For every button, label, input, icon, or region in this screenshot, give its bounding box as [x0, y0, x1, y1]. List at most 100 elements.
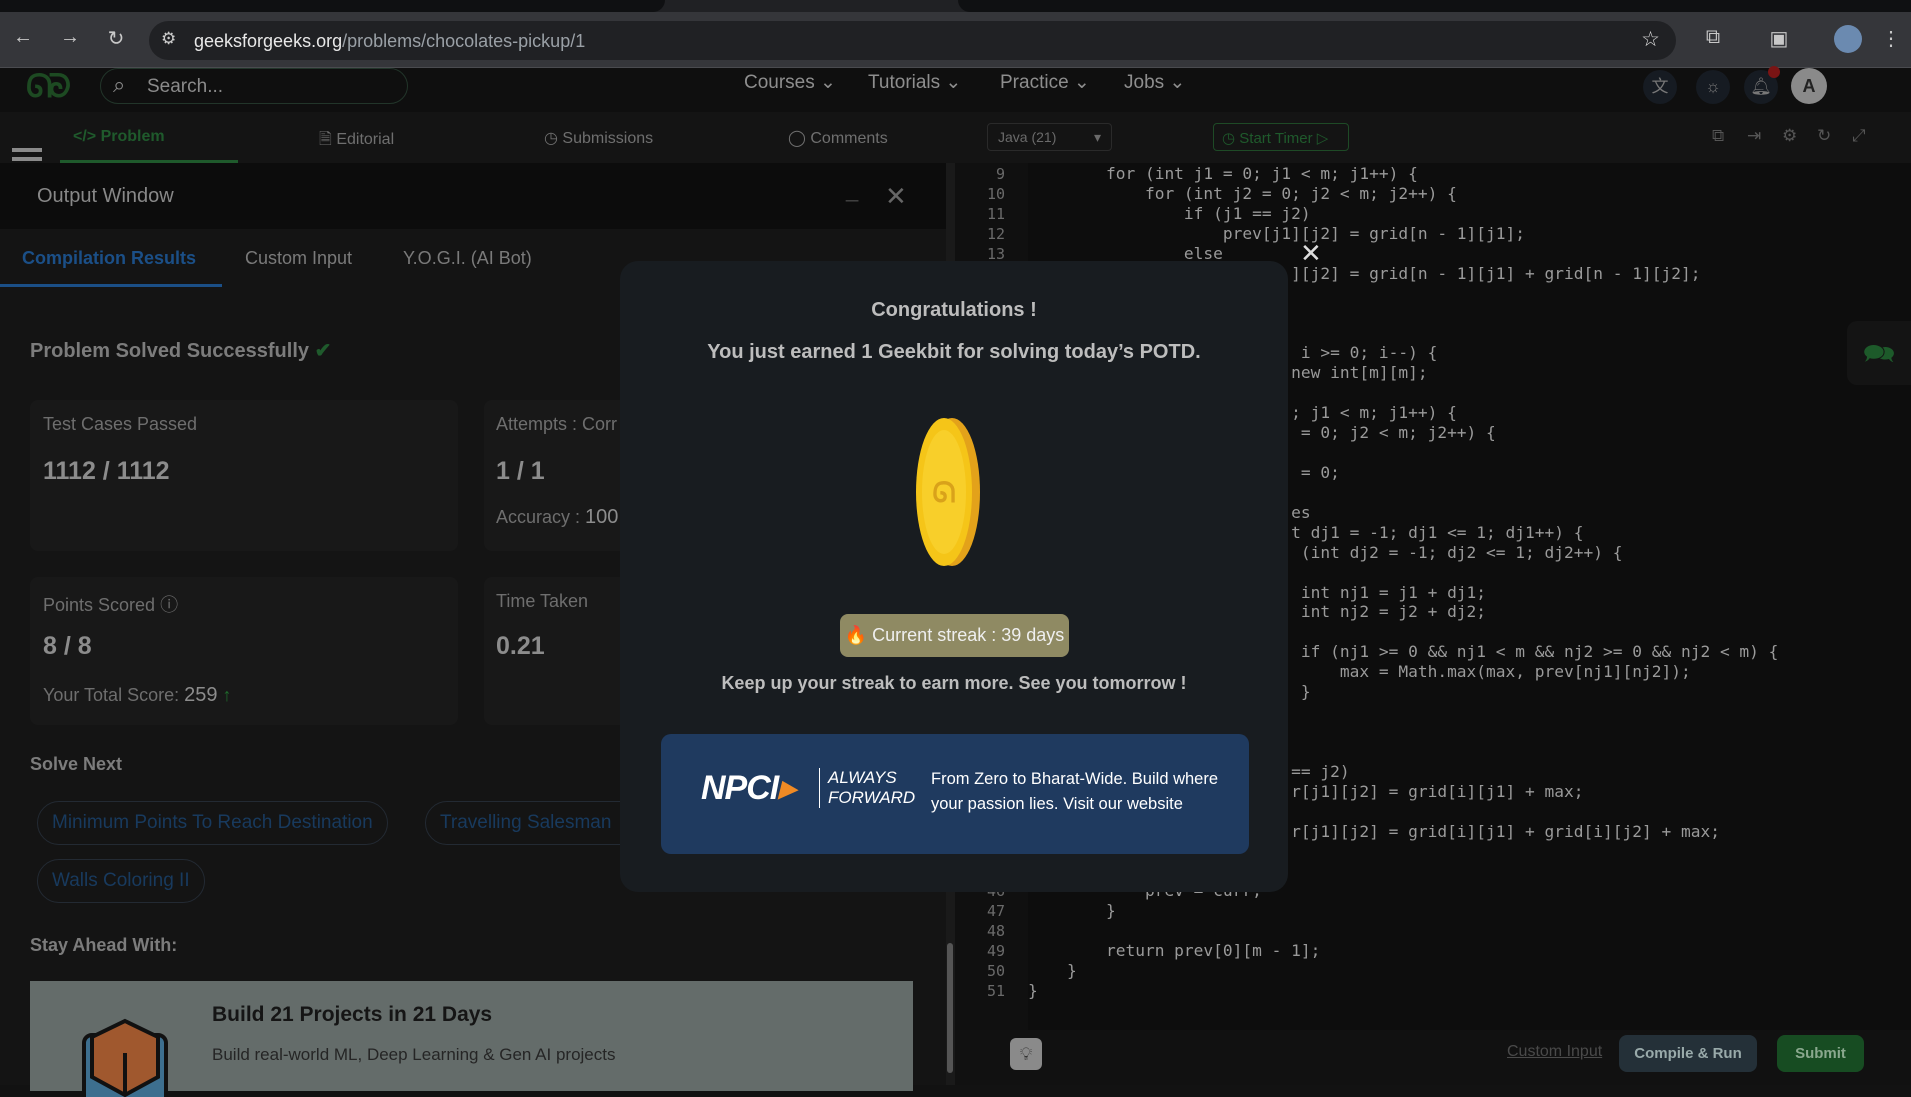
line-number: 49: [986, 942, 1005, 961]
tests-label: Test Cases Passed: [43, 414, 198, 434]
tab-submissions[interactable]: ◷ Submissions: [544, 128, 653, 148]
ad-text: From Zero to Bharat-Wide. Build where yo…: [931, 770, 1219, 813]
url-text: geeksforgeeks.org/problems/chocolates-pi…: [194, 31, 586, 51]
total-score: Your Total Score: 259 ↑: [43, 684, 232, 706]
code-line[interactable]: else: [1028, 244, 1223, 263]
tests-value: 1112 / 1112: [43, 457, 170, 485]
translate-icon[interactable]: 文: [1643, 70, 1677, 104]
profile-avatar[interactable]: [1834, 25, 1862, 53]
tab-comments[interactable]: ◯ Comments: [788, 128, 888, 148]
browser-toolbar: ← → ↻ ⚙ geeksforgeeks.org/problems/choco…: [0, 12, 1911, 68]
back-icon[interactable]: ←: [10, 26, 36, 49]
compile-run-button[interactable]: Compile & Run: [1619, 1035, 1757, 1072]
code-line[interactable]: }: [1028, 901, 1116, 920]
site-settings-icon[interactable]: ⚙: [161, 29, 176, 49]
solve-next-chip[interactable]: Minimum Points To Reach Destination: [37, 801, 388, 845]
extensions-icon[interactable]: ⧉: [1700, 26, 1726, 49]
code-line[interactable]: for (int j1 = 0; j1 < m; j1++) {: [1028, 164, 1418, 183]
code-line[interactable]: }: [1028, 961, 1077, 980]
output-window-title: Output Window: [37, 185, 174, 207]
reload-icon[interactable]: ↻: [103, 26, 129, 51]
modal-title: Congratulations !: [871, 299, 1037, 321]
nav-courses[interactable]: Courses ⌄: [744, 71, 836, 94]
info-icon[interactable]: ⓘ: [160, 595, 178, 615]
geekbit-modal: Congratulations ! You just earned 1 Geek…: [620, 261, 1288, 892]
address-bar[interactable]: ⚙ geeksforgeeks.org/problems/chocolates-…: [149, 21, 1676, 60]
lightbulb-hint-icon[interactable]: 💡︎: [1010, 1038, 1042, 1070]
projects-banner[interactable]: Build 21 Projects in 21 Days Build real-…: [30, 981, 913, 1097]
line-number: 50: [986, 962, 1005, 981]
problem-tabs: </> Problem 🗎︎ Editorial ◷ Submissions ◯…: [0, 112, 955, 170]
line-number: 11: [986, 204, 1005, 223]
npci-ad-banner[interactable]: NPCI▸ ALWAYS FORWARD From Zero to Bharat-…: [661, 734, 1249, 854]
tab-problem[interactable]: </> Problem: [73, 128, 165, 146]
forward-icon[interactable]: →: [57, 26, 83, 49]
line-number: 51: [986, 982, 1005, 1001]
notification-badge: [1768, 66, 1780, 78]
gfg-logo[interactable]: ᘏᘐ: [26, 68, 71, 106]
npci-logo: NPCI▸: [701, 769, 795, 807]
line-number: 9: [995, 165, 1005, 183]
banner-subtitle: Build real-world ML, Deep Learning & Gen…: [212, 1045, 616, 1064]
time-label: Time Taken: [496, 591, 589, 611]
copy-icon[interactable]: ⧉: [1712, 126, 1724, 146]
banner-title: Build 21 Projects in 21 Days: [212, 1003, 493, 1026]
fullscreen-icon[interactable]: ⤢: [1852, 126, 1866, 146]
check-circle-icon: ✔: [314, 340, 332, 362]
editor-toolbar: Java (21) ▾ ◷ Start Timer ▷ ⧉ ⇥ ⚙ ↻ ⤢: [955, 112, 1911, 163]
code-line[interactable]: return prev[0][m - 1];: [1028, 941, 1320, 960]
modal-subtitle: You just earned 1 Geekbit for solving to…: [707, 341, 1201, 363]
theme-sun-icon[interactable]: ☼: [1696, 70, 1730, 104]
tests-card: Test Cases Passed 1112 / 1112: [30, 400, 458, 551]
search-icon: ⌕: [113, 72, 126, 97]
solve-next-chip[interactable]: Travelling Salesman: [425, 801, 645, 845]
time-value: 0.21: [496, 632, 545, 660]
menu-dots-icon[interactable]: ⋮: [1878, 26, 1904, 51]
search-input[interactable]: ⌕ Search...: [100, 68, 408, 104]
status-heading: Problem Solved Successfully ✔: [30, 340, 332, 362]
code-line[interactable]: }: [1028, 981, 1038, 1000]
stay-ahead-heading: Stay Ahead With:: [30, 935, 178, 955]
tab-yogi-ai-bot[interactable]: Y.O.G.I. (AI Bot): [403, 248, 532, 269]
user-avatar[interactable]: A: [1791, 68, 1827, 104]
points-label: Points Scored ⓘ: [43, 595, 179, 615]
browser-tab[interactable]: [0, 0, 665, 12]
streak-badge: 🔥 Current streak : 39 days: [840, 614, 1069, 657]
tab-custom-input[interactable]: Custom Input: [245, 248, 352, 269]
fire-icon: 🔥: [844, 625, 868, 645]
svg-text:ᘏ: ᘏ: [932, 476, 955, 509]
language-select[interactable]: Java (21) ▾: [987, 123, 1112, 151]
import-icon[interactable]: ⇥: [1747, 126, 1761, 146]
site-header: ᘏᘐ ⌕ Search... Courses ⌄ Tutorials ⌄ Pra…: [0, 66, 1911, 112]
bookmark-star-icon[interactable]: ☆: [1641, 27, 1660, 52]
modal-close-icon[interactable]: ✕: [1300, 238, 1322, 269]
nav-tutorials[interactable]: Tutorials ⌄: [868, 71, 961, 94]
code-line[interactable]: if (j1 == j2): [1028, 204, 1311, 223]
nav-jobs[interactable]: Jobs ⌄: [1124, 71, 1185, 94]
output-window-header: Output Window _ ✕: [0, 163, 955, 229]
browser-tab[interactable]: [958, 0, 1911, 12]
geekbit-coin-icon: ᘏ: [916, 418, 980, 566]
code-line[interactable]: for (int j2 = 0; j2 < m; j2++) {: [1028, 184, 1457, 203]
tab-editorial[interactable]: 🗎︎ Editorial: [319, 128, 394, 155]
settings-icon[interactable]: ⚙: [1782, 126, 1797, 146]
points-value: 8 / 8: [43, 632, 92, 660]
arrow-up-icon: ↑: [222, 685, 232, 705]
tab-compilation-results[interactable]: Compilation Results: [22, 248, 196, 269]
reset-icon[interactable]: ↻: [1817, 126, 1831, 146]
active-tab-indicator: [0, 284, 222, 287]
solve-next-chip[interactable]: Walls Coloring II: [37, 859, 205, 903]
minimize-icon[interactable]: _: [846, 177, 858, 203]
search-placeholder: Search...: [147, 76, 224, 97]
start-timer-button[interactable]: ◷ Start Timer ▷: [1213, 123, 1349, 151]
always-forward-tagline: ALWAYS FORWARD: [819, 768, 915, 808]
nav-practice[interactable]: Practice ⌄: [1000, 71, 1090, 94]
chat-icon[interactable]: 🗪︎: [1847, 321, 1911, 385]
submit-button[interactable]: Submit: [1777, 1035, 1864, 1072]
custom-input-link[interactable]: Custom Input: [1507, 1043, 1602, 1061]
tab-search-icon[interactable]: ▣: [1766, 26, 1792, 51]
close-output-icon[interactable]: ✕: [885, 181, 907, 212]
accuracy: Accuracy : 100: [496, 506, 619, 528]
code-line[interactable]: prev[j1][j2] = grid[n - 1][j1];: [1028, 224, 1525, 243]
line-number: 10: [986, 184, 1005, 203]
